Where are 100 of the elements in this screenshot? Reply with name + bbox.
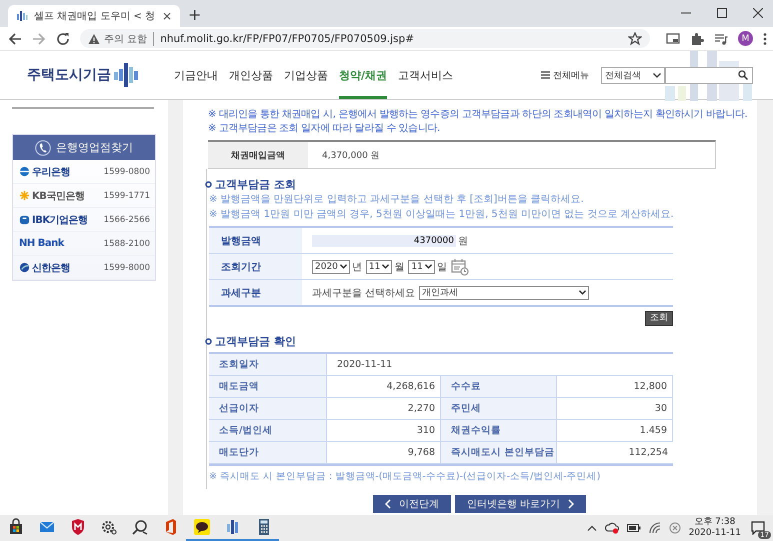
form-label: 발행금액 (209, 228, 302, 253)
unit-label: 일 (436, 260, 447, 274)
previous-button[interactable]: 이전단계 (373, 495, 451, 513)
phone-number: 1588-2100 (104, 238, 150, 248)
bank-logo-icon (19, 166, 30, 177)
search-button[interactable]: 조회 (645, 311, 673, 326)
star-icon[interactable] (628, 32, 642, 46)
chevron-left-icon (385, 499, 391, 509)
table-header-cell: 매도단가 (209, 442, 326, 464)
table-header-cell: 채권수익률 (441, 420, 556, 442)
table-header-cell: 수수료 (441, 376, 556, 398)
bank-finder-header[interactable]: 은행영업점찾기 (13, 135, 155, 160)
back-arrow-icon[interactable] (8, 32, 22, 46)
table-header-cell: 주민세 (441, 398, 556, 420)
nav-link[interactable]: 개인상품 (229, 51, 273, 99)
bank-name[interactable]: 신한은행 (32, 260, 70, 274)
hint-text: ※ 발행금액 1만원 미만 금액의 경우, 5천원 이상일때는 1만원, 5천원 미만이면 없는 것으로 계산하세요. (209, 208, 675, 222)
security-warning[interactable]: 주의 요함 (104, 32, 154, 46)
close-icon[interactable] (753, 8, 763, 18)
tax-type-select[interactable]: 개인과세 (419, 286, 590, 300)
phone-number: 1599-0800 (104, 166, 150, 176)
section-title: 고객부담금 확인 (215, 334, 296, 349)
table-header-cell: 조회일자 (209, 354, 326, 376)
site-icon (16, 10, 28, 22)
circle-x-icon[interactable] (668, 522, 681, 534)
profile-avatar[interactable]: M (738, 31, 753, 46)
unit-label: 원 (458, 234, 468, 248)
year-select[interactable]: 2020 (312, 260, 350, 274)
table-cell: 30 (556, 398, 673, 420)
all-menu-link[interactable]: 전체메뉴 (541, 68, 589, 82)
calendar-icon[interactable] (450, 258, 469, 276)
next-button[interactable]: 인터넷은행 바로가기 (455, 495, 586, 513)
day-select[interactable]: 11 (408, 260, 435, 274)
form-label: 과세구분 (209, 280, 302, 305)
bank-finder-title: 은행영업점찾기 (56, 140, 133, 155)
select-prompt: 과세구분을 선택하세요 (312, 286, 416, 300)
table-cell: 12,800 (556, 376, 673, 398)
table-cell: 1.459 (556, 420, 673, 442)
caret-up-icon[interactable] (586, 525, 597, 531)
playlist-icon[interactable] (714, 32, 728, 46)
nav-link[interactable]: 기업상품 (284, 51, 328, 99)
battery-icon[interactable] (626, 524, 641, 532)
phone-number: 1566-2566 (104, 214, 150, 224)
url-text: nhuf.molit.go.kr/FP/FP07/FP0705/FP070509.jsp# (160, 32, 414, 44)
table-header-cell: 선급이자 (209, 398, 326, 420)
gear-icon (100, 518, 118, 536)
tab-title: 셀프 채권매입 도우미 < 청 (34, 10, 156, 23)
menu-icon[interactable] (763, 32, 767, 46)
dropdown-caret-icon (382, 264, 390, 269)
search-scope-select[interactable]: 전체검색 (601, 66, 665, 84)
cast-icon[interactable] (666, 32, 680, 46)
nav-link[interactable]: 기금안내 (174, 51, 218, 99)
dropdown-caret-icon (424, 264, 432, 269)
table-header-cell: 즉시매도시 본인부담금 (441, 442, 556, 464)
table-header-cell: 소득/법인세 (209, 420, 326, 442)
dropdown-caret-icon (579, 290, 586, 295)
bank-name[interactable]: KB국민은행 (32, 188, 84, 202)
bank-name[interactable]: NH Bank (19, 238, 64, 249)
dropdown-caret-icon (340, 264, 347, 269)
chat-bubble-icon (192, 518, 210, 536)
bank-logo-icon (19, 262, 30, 273)
clock-time: 오후 7:38 (694, 517, 736, 528)
bank-logo-icon (19, 214, 30, 225)
hint-text: ※ 발행금액을 만원단위로 입력하고 과세구분을 선택한 후 [조회]버튼을 클릭하세요. (209, 193, 585, 207)
unit-label: 년 (352, 260, 362, 274)
dropdown-caret-icon (653, 72, 661, 78)
maximize-icon[interactable] (717, 8, 727, 18)
address-bar[interactable]: 주의 요함 nhuf.molit.go.kr/FP/FP07/FP0705/FP070509.jsp# (80, 29, 650, 48)
search-field[interactable] (665, 66, 753, 84)
puzzle-icon[interactable] (690, 32, 704, 46)
search-icon (738, 70, 748, 80)
notice-text: ※ 대리인을 통한 채권매입 시, 은행에서 발행하는 영수증의 고객부담금과 하단의 조회내역이 일치하는지 확인하시기 바랍니다. (208, 108, 748, 122)
wifi-icon[interactable] (648, 522, 661, 534)
amount-input[interactable]: 4370000 (312, 234, 456, 246)
bank-logo-icon (19, 190, 30, 201)
section-title: 고객부담금 조회 (215, 177, 296, 192)
table-cell: 112,254 (556, 442, 673, 464)
logo-text[interactable]: 주택도시기금 (27, 66, 111, 84)
bank-name[interactable]: 우리은행 (32, 164, 70, 178)
month-select[interactable]: 11 (366, 260, 392, 274)
clock-date: 2020-11-11 (688, 528, 741, 539)
phone-number: 1599-8000 (104, 262, 150, 272)
menu-icon (541, 71, 550, 79)
footnote-text: ※ 즉시매도 시 본인부담금 : 발행금액-(매도금액-수수료)-(선급이자-소득/법인세-주민세) (209, 470, 602, 484)
cloud-icon[interactable] (604, 522, 619, 534)
table-header-cell: 매도금액 (209, 376, 326, 398)
bank-name[interactable]: IBK기업은행 (32, 212, 88, 226)
clock[interactable]: 오후 7:38 2020-11-11 (688, 517, 741, 539)
warning-icon (88, 32, 100, 44)
close-icon[interactable]: × (162, 9, 172, 23)
bullet-icon (205, 338, 212, 345)
unit-label: 월 (394, 260, 404, 274)
phone-icon (35, 140, 51, 156)
reload-icon[interactable] (56, 32, 70, 46)
nav-link[interactable]: 고객서비스 (398, 51, 454, 99)
phone-number: 1599-1771 (104, 190, 150, 200)
form-label: 조회기간 (209, 254, 302, 279)
notice-text: ※ 고객부담금은 조회 일자에 따라 달라질 수 있습니다. (208, 122, 441, 136)
browser-tab[interactable]: 셀프 채권매입 도우미 < 청 × (8, 5, 180, 27)
new-tab-button[interactable]: + (188, 5, 202, 24)
